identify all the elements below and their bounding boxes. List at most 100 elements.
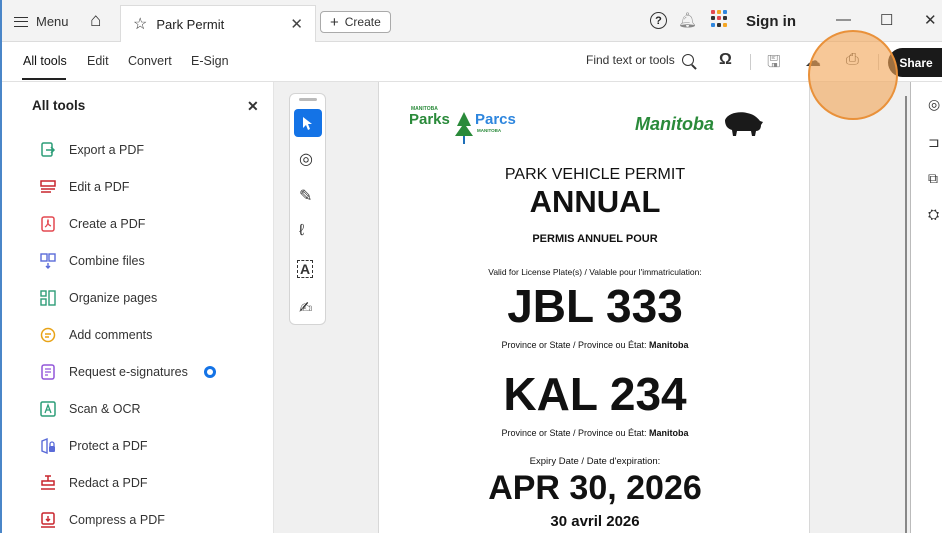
- tool-edit-pdf[interactable]: Edit a PDF: [39, 177, 129, 197]
- redact-pdf-icon: [39, 475, 56, 492]
- menu-button[interactable]: Menu: [14, 14, 69, 29]
- page-thumbnails-icon[interactable]: ⧉: [928, 170, 938, 187]
- tool-label: Request e-signatures: [69, 365, 188, 379]
- tool-combine-files[interactable]: Combine files: [39, 251, 145, 271]
- tool-label: Compress a PDF: [69, 513, 165, 527]
- manitoba-government-logo: Manitoba: [635, 110, 775, 140]
- permit-type: ANNUAL: [529, 184, 661, 219]
- click-highlight-circle: [808, 30, 898, 120]
- document-viewer[interactable]: MANITOBA Parks Parcs MANITOBA Manitoba P…: [274, 82, 910, 533]
- pdf-page: MANITOBA Parks Parcs MANITOBA Manitoba P…: [378, 82, 810, 533]
- right-rail: ◎ ⊐ ⧉ ⛭: [910, 82, 942, 533]
- home-icon[interactable]: ⌂: [90, 10, 101, 32]
- plate-1-province: Province or State / Province ou État: Ma…: [501, 340, 689, 350]
- tool-label: Add comments: [69, 328, 153, 342]
- find-text-or-tools[interactable]: Find text or tools: [586, 53, 694, 67]
- comments-panel-icon[interactable]: ◎: [928, 96, 940, 113]
- expiry-date: APR 30, 2026: [488, 469, 702, 507]
- tool-label: Redact a PDF: [69, 476, 148, 490]
- permit-type-french: PERMIS ANNUEL POUR: [532, 233, 658, 245]
- close-panel-icon[interactable]: ✕: [247, 98, 259, 115]
- tree-logo-icon: [455, 112, 473, 144]
- export-pdf-icon: [39, 142, 56, 159]
- bison-icon: [725, 112, 763, 136]
- hamburger-icon: [14, 16, 28, 27]
- apps-grid-icon[interactable]: [711, 10, 728, 27]
- protect-pdf-icon: [39, 438, 56, 455]
- tab-edit[interactable]: Edit: [87, 54, 109, 68]
- organize-pages-icon: [39, 290, 56, 307]
- scan-ocr-icon: [39, 401, 56, 418]
- star-icon[interactable]: ☆: [133, 14, 147, 34]
- tool-label: Combine files: [69, 254, 145, 268]
- compress-pdf-icon: [39, 512, 56, 529]
- tab-all-tools[interactable]: All tools: [23, 54, 67, 68]
- tool-label: Scan & OCR: [69, 402, 141, 416]
- plate-1: JBL 333: [507, 280, 683, 332]
- request-esignature-icon: [39, 364, 56, 381]
- tool-add-comments[interactable]: Add comments: [39, 325, 152, 345]
- tool-redact-pdf[interactable]: Redact a PDF: [39, 473, 148, 493]
- all-tools-panel: All tools ✕ Export a PDF Edit a PDF Crea…: [2, 82, 274, 533]
- plate-2-province: Province or State / Province ou État: Ma…: [501, 428, 689, 438]
- cursor-arrow-icon: [303, 117, 312, 130]
- tool-label: Export a PDF: [69, 143, 145, 157]
- tool-label: Organize pages: [69, 291, 158, 305]
- create-label: Create: [344, 15, 381, 29]
- valid-for-label: Valid for License Plate(s) / Valable pou…: [488, 267, 702, 277]
- plus-icon: +: [330, 13, 339, 31]
- help-icon[interactable]: ?: [650, 12, 667, 29]
- document-scrollbar[interactable]: [905, 96, 907, 533]
- tool-request-esignatures[interactable]: Request e-signatures: [39, 362, 216, 382]
- panel-title: All tools: [32, 98, 86, 113]
- create-button[interactable]: + Create: [320, 11, 391, 33]
- combine-files-icon: [39, 253, 56, 270]
- manitoba-parks-logo: MANITOBA Parks Parcs MANITOBA: [409, 106, 529, 150]
- read-aloud-icon[interactable]: Ω: [719, 51, 732, 69]
- sign-in-button[interactable]: Sign in: [746, 13, 796, 30]
- save-icon[interactable]: 🖫︎: [767, 51, 781, 78]
- document-tab[interactable]: ☆ Park Permit ✕: [120, 5, 316, 42]
- tool-organize-pages[interactable]: Organize pages: [39, 288, 157, 308]
- drag-handle[interactable]: [299, 98, 317, 101]
- quick-tools-bar: ◎ ✎ ℓ A ✍︎: [289, 93, 326, 325]
- add-comments-icon: [39, 327, 56, 344]
- text-tool-icon[interactable]: A: [297, 260, 314, 278]
- main-toolbar: All tools Edit Convert E-Sign Find text …: [2, 42, 942, 82]
- tool-protect-pdf[interactable]: Protect a PDF: [39, 436, 148, 456]
- maximize-icon[interactable]: ☐: [880, 11, 893, 29]
- accessibility-panel-icon[interactable]: ⛭: [928, 206, 939, 223]
- acrobat-window: Menu ⌂ ☆ Park Permit ✕ + Create ? 🔔︎ Sig…: [0, 0, 942, 533]
- add-comment-tool-icon[interactable]: ◎: [299, 149, 313, 169]
- expiry-date-french: 30 avril 2026: [550, 513, 640, 530]
- find-label: Find text or tools: [586, 53, 675, 67]
- permit-title: PARK VEHICLE PERMIT: [504, 166, 686, 183]
- minimize-icon[interactable]: —: [836, 11, 851, 28]
- signature-tool-icon[interactable]: ✍︎: [299, 298, 312, 318]
- tool-compress-pdf[interactable]: Compress a PDF: [39, 510, 165, 530]
- tool-scan-ocr[interactable]: Scan & OCR: [39, 399, 141, 419]
- active-tab-indicator: [22, 78, 66, 80]
- create-pdf-icon: [39, 216, 56, 233]
- tab-convert[interactable]: Convert: [128, 54, 172, 68]
- tool-create-pdf[interactable]: Create a PDF: [39, 214, 145, 234]
- draw-pen-tool-icon[interactable]: ✎: [299, 186, 312, 206]
- menu-label: Menu: [36, 14, 69, 29]
- search-icon: [681, 54, 694, 66]
- bookmarks-panel-icon[interactable]: ⊐: [928, 134, 940, 151]
- tool-label: Protect a PDF: [69, 439, 148, 453]
- tool-label: Edit a PDF: [69, 180, 130, 194]
- notifications-bell-icon[interactable]: 🔔︎: [678, 11, 697, 29]
- title-bar: Menu ⌂ ☆ Park Permit ✕ + Create ? 🔔︎ Sig…: [2, 0, 942, 42]
- expiry-label: Expiry Date / Date d'expiration:: [529, 456, 661, 467]
- tool-label: Create a PDF: [69, 217, 146, 231]
- close-tab-icon[interactable]: ✕: [290, 15, 303, 33]
- tool-export-pdf[interactable]: Export a PDF: [39, 140, 144, 160]
- select-tool-button[interactable]: [294, 109, 322, 137]
- freeform-draw-tool-icon[interactable]: ℓ: [299, 222, 304, 240]
- close-window-icon[interactable]: ✕: [924, 11, 937, 29]
- edit-pdf-icon: [39, 179, 56, 196]
- tab-esign[interactable]: E-Sign: [191, 54, 229, 68]
- toolbar-divider: [750, 54, 751, 70]
- plate-2: KAL 234: [503, 368, 687, 420]
